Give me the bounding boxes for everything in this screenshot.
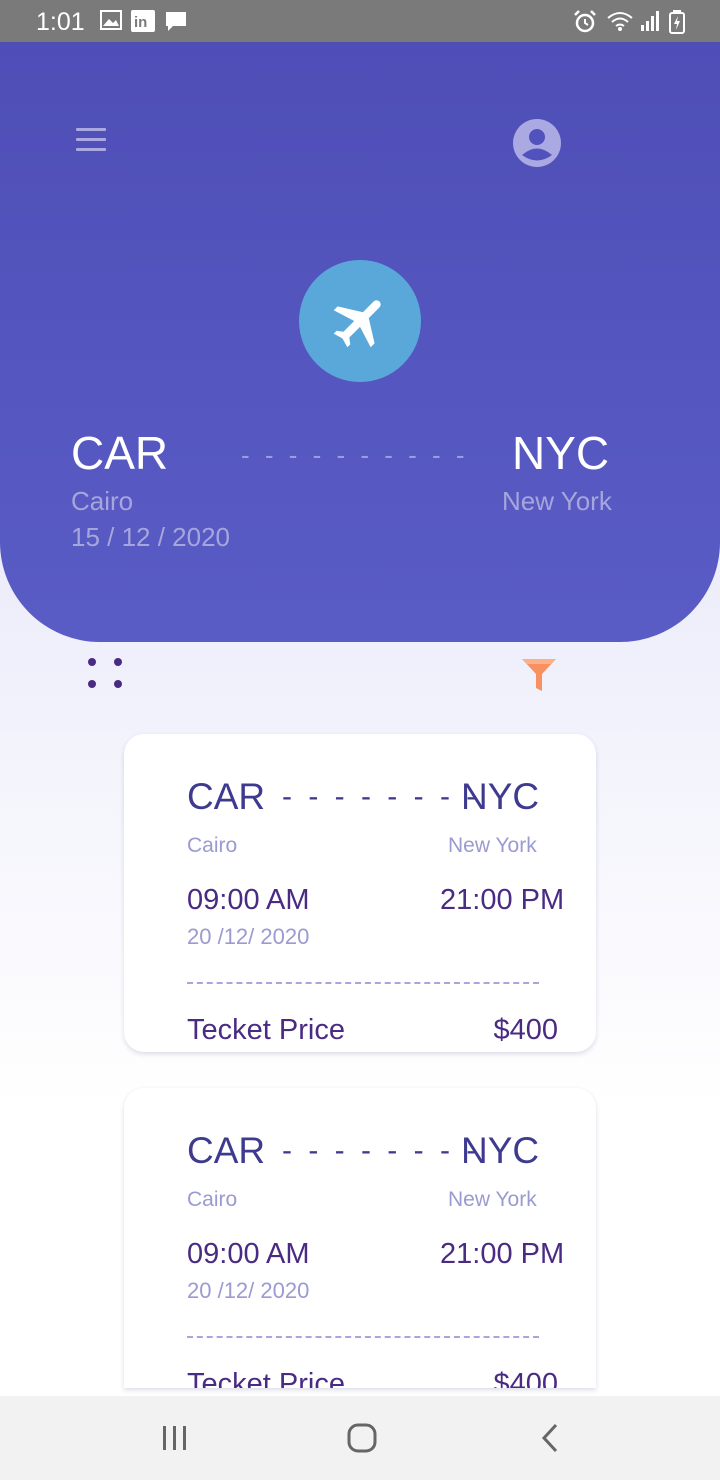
- filter-icon[interactable]: [521, 658, 557, 692]
- card-price-label: Tecket Price: [187, 1368, 345, 1388]
- card-from-code: CAR: [187, 1130, 266, 1171]
- card-arrive-time: 21:00 PM: [440, 884, 565, 916]
- message-icon: [166, 12, 186, 31]
- plane-icon: [333, 300, 381, 348]
- svg-text:in: in: [134, 14, 147, 31]
- recents-icon[interactable]: [160, 1424, 190, 1452]
- status-time: 1:01: [36, 8, 85, 36]
- route-dashes: - - - - - - - - - -: [241, 440, 469, 470]
- card-route-dashes: - - - - - - - -: [282, 780, 481, 813]
- flight-card[interactable]: CAR - - - - - - - - NYC Cairo New York 0…: [124, 1088, 596, 1388]
- card-to-code: NYC: [461, 1130, 540, 1171]
- card-depart-time: 09:00 AM: [187, 884, 310, 916]
- card-to-city: New York: [448, 834, 537, 857]
- alarm-icon: [574, 10, 596, 33]
- card-date: 20 /12/ 2020: [187, 1278, 310, 1303]
- home-icon[interactable]: [347, 1423, 377, 1453]
- travel-date: 15 / 12 / 2020: [71, 522, 231, 552]
- card-arrive-time: 21:00 PM: [440, 1238, 565, 1270]
- wifi-icon: [607, 12, 633, 31]
- signal-icon: [641, 11, 659, 31]
- origin-city: Cairo: [71, 486, 134, 516]
- grid-view-icon[interactable]: [86, 656, 126, 696]
- card-from-city: Cairo: [187, 834, 238, 857]
- card-to-code: NYC: [461, 776, 540, 817]
- status-bar: 1:01 in: [0, 0, 720, 42]
- destination-city: New York: [502, 486, 612, 516]
- card-from-code: CAR: [187, 776, 266, 817]
- menu-icon[interactable]: [76, 128, 106, 156]
- card-price: $400: [493, 1014, 558, 1046]
- card-price: $400: [493, 1368, 558, 1388]
- card-date: 20 /12/ 2020: [187, 924, 310, 949]
- flight-card[interactable]: CAR - - - - - - - - NYC Cairo New York 0…: [124, 734, 596, 1052]
- system-nav-bar: [0, 1396, 720, 1480]
- card-divider: [187, 1336, 539, 1338]
- gallery-icon: [100, 10, 122, 30]
- card-depart-time: 09:00 AM: [187, 1238, 310, 1270]
- profile-icon[interactable]: [512, 118, 562, 168]
- card-price-label: Tecket Price: [187, 1014, 345, 1046]
- plane-badge: [299, 260, 421, 382]
- back-icon[interactable]: [538, 1422, 562, 1454]
- card-route-dashes: - - - - - - - -: [282, 1134, 481, 1167]
- linkedin-icon: in: [131, 10, 155, 32]
- origin-code: CAR: [71, 427, 169, 479]
- card-from-city: Cairo: [187, 1188, 238, 1211]
- card-to-city: New York: [448, 1188, 537, 1211]
- card-divider: [187, 982, 539, 984]
- battery-icon: [669, 10, 685, 34]
- destination-code: NYC: [512, 427, 610, 479]
